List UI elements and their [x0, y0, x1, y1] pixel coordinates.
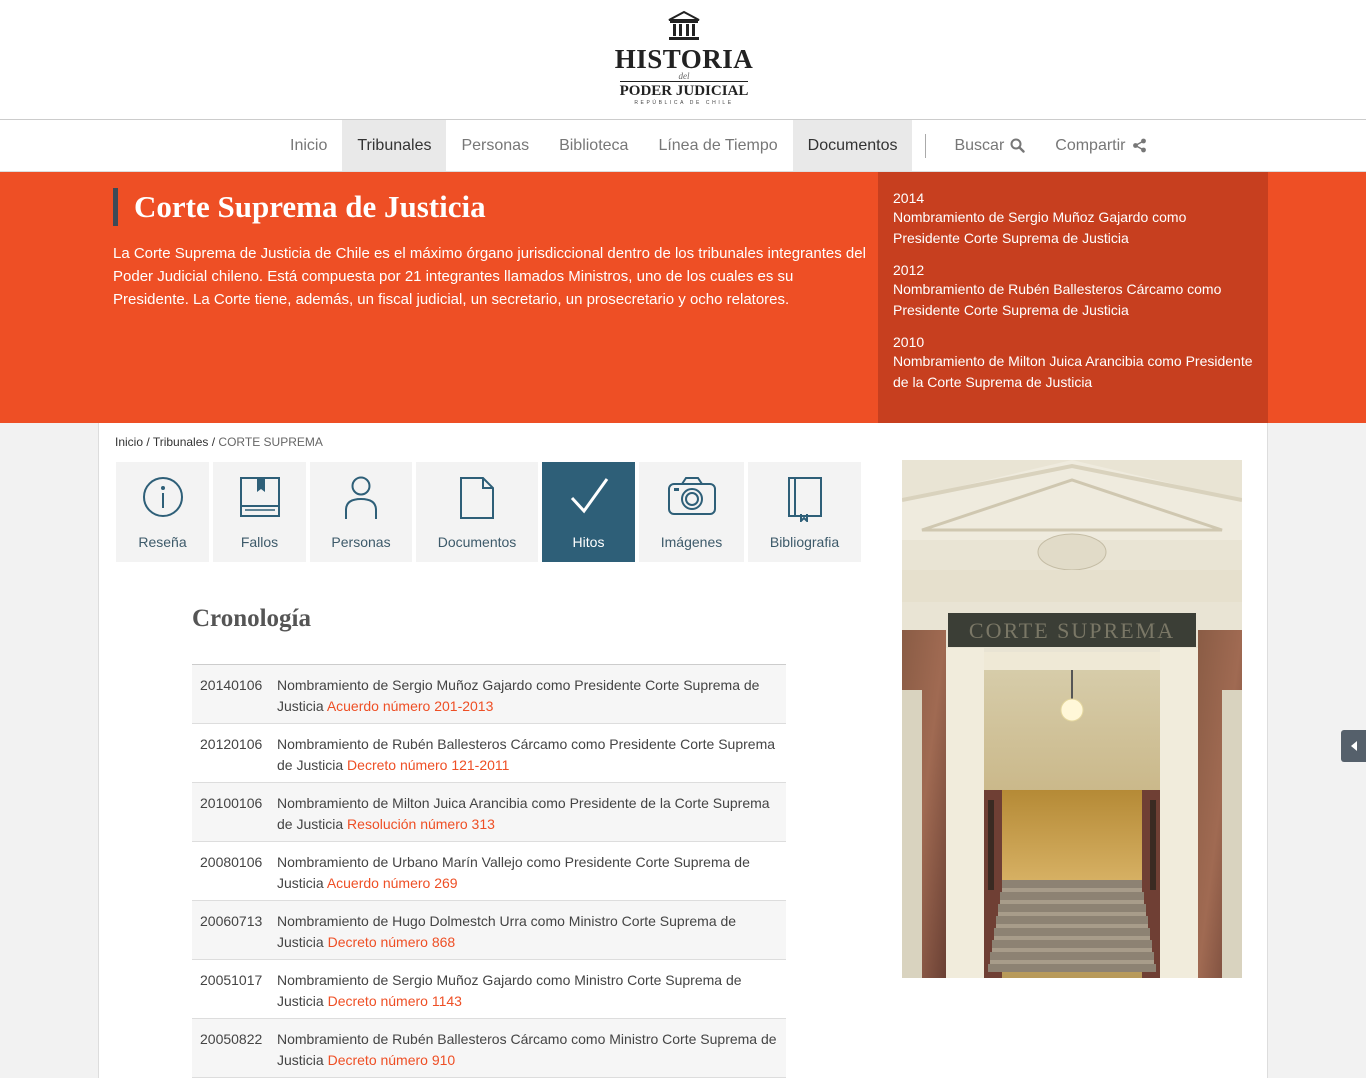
cronologia-title: Cronología — [192, 605, 311, 632]
tab-personas[interactable]: Personas — [310, 462, 412, 562]
document-icon — [460, 477, 494, 519]
hero-banner: Corte Suprema de Justicia La Corte Supre… — [0, 172, 1366, 423]
breadcrumb-current: CORTE SUPREMA — [218, 435, 323, 449]
tab-label: Imágenes — [660, 534, 723, 550]
hero-description: La Corte Suprema de Justicia de Chile es… — [113, 245, 866, 308]
breadcrumb-section[interactable]: Tribunales — [153, 435, 209, 449]
share-button[interactable]: Compartir — [1040, 120, 1161, 171]
site-header: HISTORIA del PODER JUDICIAL REPÚBLICA DE… — [0, 0, 1366, 120]
book-icon — [239, 477, 280, 517]
section-tabs: Reseña Fallos Personas Documentos Hitos … — [116, 462, 865, 562]
side-panel-toggle[interactable] — [1341, 730, 1366, 762]
tab-fallos[interactable]: Fallos — [213, 462, 306, 562]
hero-event-text: Nombramiento de Milton Juica Arancibia c… — [893, 353, 1253, 390]
table-row: 20051017 Nombramiento de Sergio Muñoz Ga… — [192, 960, 786, 1019]
row-link[interactable]: Acuerdo número 201-2013 — [327, 698, 494, 714]
search-button[interactable]: Buscar — [939, 120, 1040, 171]
row-link[interactable]: Decreto número 121-2011 — [347, 757, 509, 773]
tab-label: Reseña — [138, 534, 187, 550]
row-date: 20120106 — [200, 736, 263, 752]
tab-documentos[interactable]: Documentos — [416, 462, 538, 562]
main-nav: Inicio Tribunales Personas Biblioteca Lí… — [0, 120, 1366, 172]
row-date: 20051017 — [200, 972, 263, 988]
table-row: 20120106 Nombramiento de Rubén Ballester… — [192, 724, 786, 783]
row-link[interactable]: Decreto número 868 — [328, 934, 456, 950]
nav-item-personas[interactable]: Personas — [446, 120, 544, 171]
share-label: Compartir — [1055, 136, 1126, 154]
hero-event-year: 2012 — [893, 262, 925, 278]
row-link[interactable]: Decreto número 910 — [328, 1052, 456, 1068]
hero-event[interactable]: 2010 Nombramiento de Milton Juica Aranci… — [893, 333, 1253, 393]
page-title: Corte Suprema de Justicia — [113, 188, 486, 226]
row-link[interactable]: Decreto número 1143 — [328, 993, 462, 1009]
row-link[interactable]: Resolución número 313 — [347, 816, 495, 832]
site-logo[interactable]: HISTORIA del PODER JUDICIAL REPÚBLICA DE… — [614, 10, 754, 110]
hero-event-year: 2010 — [893, 334, 925, 350]
nav-item-inicio[interactable]: Inicio — [275, 120, 342, 171]
court-entrance-illustration: CORTE SUPREMA — [902, 460, 1242, 978]
row-date: 20100106 — [200, 795, 263, 811]
tab-label: Hitos — [572, 534, 605, 550]
breadcrumb-home[interactable]: Inicio — [115, 435, 143, 449]
search-icon — [1010, 138, 1025, 153]
breadcrumb: Inicio / Tribunales / CORTE SUPREMA — [115, 435, 323, 449]
nav-item-biblioteca[interactable]: Biblioteca — [544, 120, 643, 171]
table-row: 20060713 Nombramiento de Hugo Dolmestch … — [192, 901, 786, 960]
hero-event-text: Nombramiento de Sergio Muñoz Gajardo com… — [893, 209, 1187, 246]
info-icon — [142, 477, 183, 517]
row-date: 20080106 — [200, 854, 263, 870]
nav-item-documentos[interactable]: Documentos — [792, 120, 913, 171]
tab-label: Fallos — [240, 534, 279, 550]
courthouse-icon — [668, 10, 700, 40]
tab-label: Documentos — [437, 534, 517, 550]
row-date: 20140106 — [200, 677, 263, 693]
camera-icon — [667, 477, 716, 515]
bookmark-book-icon — [787, 477, 822, 522]
tab-bibliografia[interactable]: Bibliografia — [748, 462, 861, 562]
hero-events-panel: 2014 Nombramiento de Sergio Muñoz Gajard… — [878, 172, 1268, 423]
row-link[interactable]: Acuerdo número 269 — [327, 875, 458, 891]
nav-divider — [925, 134, 927, 158]
tab-label: Bibliografia — [769, 534, 840, 550]
table-row: 20140106 Nombramiento de Sergio Muñoz Ga… — [192, 665, 786, 724]
court-entrance-photo: CORTE SUPREMA — [902, 460, 1242, 978]
hero-event-year: 2014 — [893, 190, 925, 206]
cronologia-table: 20140106 Nombramiento de Sergio Muñoz Ga… — [192, 664, 786, 1078]
nav-item-linea-de-tiempo[interactable]: Línea de Tiempo — [643, 120, 792, 171]
nav-item-tribunales[interactable]: Tribunales — [342, 120, 447, 171]
logo-title: HISTORIA — [614, 44, 754, 74]
hero-event[interactable]: 2014 Nombramiento de Sergio Muñoz Gajard… — [893, 189, 1253, 249]
tab-imagenes[interactable]: Imágenes — [639, 462, 744, 562]
logo-country: REPÚBLICA DE CHILE — [634, 100, 734, 106]
page-gutter-left — [0, 423, 98, 1078]
inscription-text: CORTE SUPREMA — [969, 618, 1175, 643]
table-row: 20050822 Nombramiento de Rubén Ballester… — [192, 1019, 786, 1078]
tab-label: Personas — [331, 534, 391, 550]
checkmark-icon — [570, 478, 608, 514]
table-row: 20080106 Nombramiento de Urbano Marín Va… — [192, 842, 786, 901]
tab-resena[interactable]: Reseña — [116, 462, 209, 562]
search-label: Buscar — [954, 136, 1005, 154]
main-content: Inicio / Tribunales / CORTE SUPREMA Rese… — [98, 423, 1268, 1078]
person-icon — [345, 476, 377, 519]
row-date: 20060713 — [200, 913, 263, 929]
hero-event[interactable]: 2012 Nombramiento de Rubén Ballesteros C… — [893, 261, 1253, 321]
logo-subtitle: PODER JUDICIAL — [619, 81, 749, 99]
table-row: 20100106 Nombramiento de Milton Juica Ar… — [192, 783, 786, 842]
tab-hitos[interactable]: Hitos — [542, 462, 635, 562]
hero-event-text: Nombramiento de Rubén Ballesteros Cárcam… — [893, 281, 1222, 318]
row-date: 20050822 — [200, 1031, 263, 1047]
chevron-left-icon — [1350, 741, 1357, 751]
share-icon — [1132, 138, 1146, 153]
